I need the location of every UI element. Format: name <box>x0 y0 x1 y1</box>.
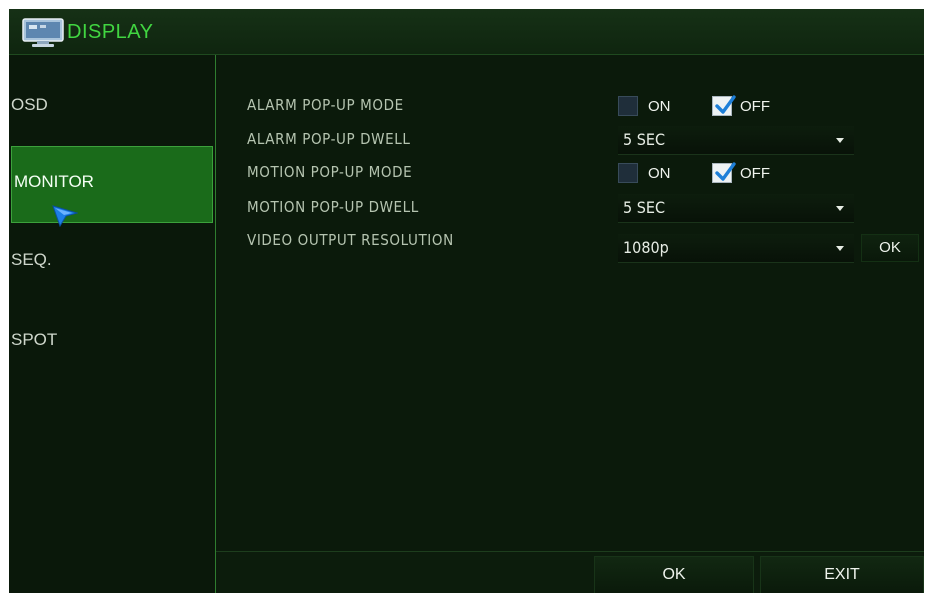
exit-button[interactable]: EXIT <box>760 556 924 593</box>
monitor-icon <box>22 18 64 48</box>
motion-popup-dwell-select[interactable]: 5 SEC <box>618 194 854 223</box>
alarm-popup-on-label: ON <box>648 98 671 115</box>
motion-popup-on-checkbox[interactable] <box>618 163 638 183</box>
checkmark-icon <box>715 162 736 181</box>
alarm-popup-dwell-value: 5 SEC <box>623 130 666 149</box>
alarm-popup-mode-label: ALARM POP-UP MODE <box>247 96 404 114</box>
motion-popup-off-checkbox[interactable] <box>712 162 736 183</box>
motion-popup-dwell-value: 5 SEC <box>623 198 666 217</box>
sidebar-item-seq[interactable]: SEQ. <box>9 240 214 280</box>
chevron-down-icon <box>836 206 844 211</box>
motion-popup-off-label: OFF <box>740 165 770 182</box>
sidebar-item-label: OSD <box>11 95 48 114</box>
motion-popup-dwell-label: MOTION POP-UP DWELL <box>247 198 419 216</box>
title-bar: DISPLAY <box>9 9 924 55</box>
sidebar-item-osd[interactable]: OSD <box>9 85 214 125</box>
ok-button[interactable]: OK <box>594 556 754 593</box>
chevron-down-icon <box>836 138 844 143</box>
alarm-popup-dwell-label: ALARM POP-UP DWELL <box>247 130 411 148</box>
sidebar-item-monitor[interactable]: MONITOR <box>11 146 213 228</box>
alarm-popup-on-checkbox[interactable] <box>618 96 638 116</box>
footer-bar: OK EXIT <box>216 551 924 593</box>
sidebar: OSD MONITOR SEQ. SPOT <box>9 55 216 593</box>
sidebar-item-spot[interactable]: SPOT <box>9 320 214 360</box>
settings-panel: ALARM POP-UP MODE ON OFF ALARM POP-UP DW… <box>216 55 924 551</box>
sidebar-item-label: SEQ. <box>11 250 52 269</box>
checkmark-icon <box>715 95 736 114</box>
video-output-resolution-label: VIDEO OUTPUT RESOLUTION <box>247 231 454 249</box>
video-output-resolution-select[interactable]: 1080p <box>618 234 854 263</box>
sidebar-item-label: MONITOR <box>14 172 94 191</box>
motion-popup-on-label: ON <box>648 165 671 182</box>
alarm-popup-dwell-select[interactable]: 5 SEC <box>618 126 854 155</box>
window-title: DISPLAY <box>67 21 154 43</box>
mouse-cursor-icon <box>52 205 79 228</box>
sidebar-item-label: SPOT <box>11 330 58 349</box>
alarm-popup-off-checkbox[interactable] <box>712 95 736 116</box>
video-output-resolution-value: 1080p <box>623 238 669 257</box>
resolution-apply-button[interactable]: OK <box>861 234 919 262</box>
display-settings-window: DISPLAY OSD MONITOR SEQ. SPOT ALARM POP-… <box>9 9 924 593</box>
motion-popup-mode-label: MOTION POP-UP MODE <box>247 163 413 181</box>
chevron-down-icon <box>836 246 844 251</box>
alarm-popup-off-label: OFF <box>740 98 770 115</box>
